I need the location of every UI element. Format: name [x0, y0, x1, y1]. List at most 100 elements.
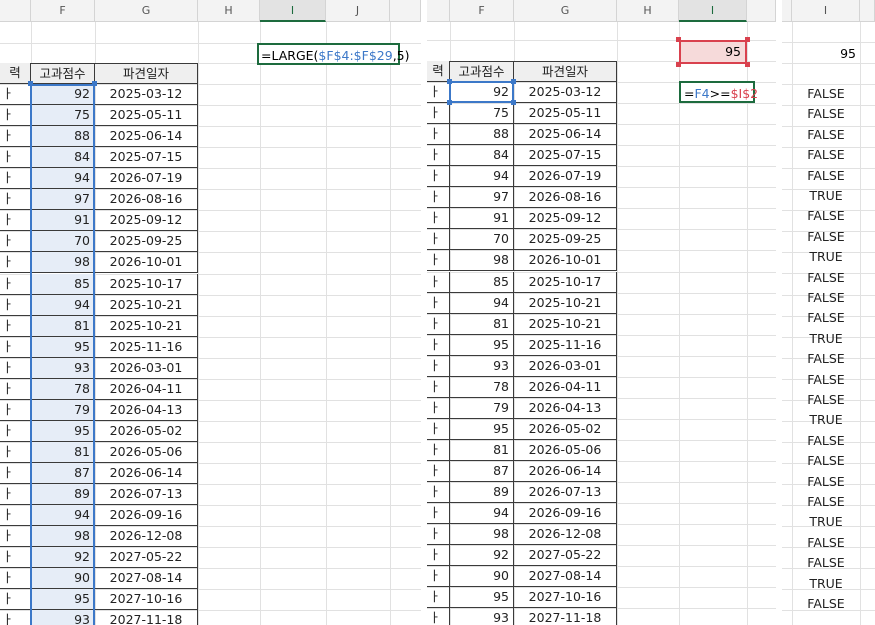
- table-cell-truncated[interactable]: ㅏ: [0, 589, 31, 610]
- table-cell-truncated[interactable]: ㅏ: [427, 208, 450, 229]
- table-cell-truncated[interactable]: ㅏ: [427, 566, 450, 587]
- formula-cell-i2[interactable]: =LARGE($F$4:$F$29,5): [257, 43, 410, 65]
- date-cell[interactable]: 2025-10-21: [514, 293, 617, 314]
- table-cell-truncated[interactable]: ㅏ: [427, 250, 450, 271]
- table-cell-truncated[interactable]: ㅏ: [427, 124, 450, 145]
- date-cell[interactable]: 2025-11-16: [514, 335, 617, 356]
- table-cell-truncated[interactable]: ㅏ: [0, 168, 31, 189]
- column-header-g[interactable]: G: [95, 0, 198, 22]
- result-cell[interactable]: FALSE: [792, 349, 860, 369]
- date-cell[interactable]: 2027-05-22: [514, 545, 617, 566]
- table-cell-truncated[interactable]: ㅏ: [0, 484, 31, 505]
- score-cell[interactable]: 93: [450, 356, 514, 377]
- result-cell[interactable]: FALSE: [792, 370, 860, 390]
- table-cell-truncated[interactable]: ㅏ: [0, 421, 31, 442]
- table-cell-truncated[interactable]: ㅏ: [0, 442, 31, 463]
- date-cell[interactable]: 2026-04-11: [514, 377, 617, 398]
- date-cell[interactable]: 2025-10-21: [95, 316, 198, 337]
- date-cell[interactable]: 2025-10-17: [514, 272, 617, 293]
- date-cell[interactable]: 2026-10-01: [95, 252, 198, 273]
- result-cell[interactable]: FALSE: [792, 227, 860, 247]
- table-cell-truncated[interactable]: ㅏ: [0, 526, 31, 547]
- table-cell-truncated[interactable]: ㅏ: [427, 229, 450, 250]
- score-cell[interactable]: 78: [450, 377, 514, 398]
- result-cell[interactable]: FALSE: [792, 104, 860, 124]
- column-header-h[interactable]: H: [198, 0, 260, 22]
- table-cell-truncated[interactable]: ㅏ: [0, 610, 31, 625]
- column-header-j[interactable]: J: [326, 0, 390, 22]
- result-cell[interactable]: FALSE: [792, 206, 860, 226]
- table-cell-truncated[interactable]: ㅏ: [0, 231, 31, 252]
- date-cell[interactable]: 2027-10-16: [514, 587, 617, 608]
- table-cell-truncated[interactable]: ㅏ: [0, 379, 31, 400]
- date-cell[interactable]: 2025-05-11: [514, 103, 617, 124]
- date-cell[interactable]: 2026-05-02: [95, 421, 198, 442]
- table-cell-truncated[interactable]: ㅏ: [427, 293, 450, 314]
- table-cell-truncated[interactable]: ㅏ: [0, 547, 31, 568]
- table-cell-truncated[interactable]: ㅏ: [427, 103, 450, 124]
- result-cell[interactable]: FALSE: [792, 472, 860, 492]
- date-cell[interactable]: 2026-07-13: [514, 482, 617, 503]
- result-cell[interactable]: FALSE: [792, 553, 860, 573]
- column-header-h[interactable]: H: [617, 0, 679, 22]
- result-cell[interactable]: FALSE: [792, 533, 860, 553]
- table-cell-truncated[interactable]: ㅏ: [0, 295, 31, 316]
- table-cell-truncated[interactable]: ㅏ: [427, 440, 450, 461]
- table-cell-truncated[interactable]: ㅏ: [427, 377, 450, 398]
- date-cell[interactable]: 2026-05-06: [95, 442, 198, 463]
- date-cell[interactable]: 2026-09-16: [514, 503, 617, 524]
- date-cell[interactable]: 2026-03-01: [514, 356, 617, 377]
- table-cell-truncated[interactable]: ㅏ: [0, 505, 31, 526]
- date-cell[interactable]: 2025-06-14: [95, 126, 198, 147]
- table-cell-truncated[interactable]: ㅏ: [0, 126, 31, 147]
- table-cell-truncated[interactable]: ㅏ: [0, 84, 31, 105]
- table-cell-truncated[interactable]: ㅏ: [427, 356, 450, 377]
- result-cell[interactable]: TRUE: [792, 247, 860, 267]
- score-cell[interactable]: 95: [450, 587, 514, 608]
- date-cell[interactable]: 2026-06-14: [514, 461, 617, 482]
- table-cell-truncated[interactable]: ㅏ: [427, 545, 450, 566]
- score-cell[interactable]: 94: [450, 166, 514, 187]
- table-cell-truncated[interactable]: ㅏ: [0, 252, 31, 273]
- table-cell-truncated[interactable]: ㅏ: [0, 316, 31, 337]
- result-cell[interactable]: TRUE: [792, 574, 860, 594]
- table-cell-truncated[interactable]: ㅏ: [0, 463, 31, 484]
- table-cell-truncated[interactable]: ㅏ: [427, 524, 450, 545]
- score-cell[interactable]: 88: [450, 124, 514, 145]
- table-cell-truncated[interactable]: ㅏ: [0, 337, 31, 358]
- score-cell[interactable]: 94: [450, 293, 514, 314]
- score-cell[interactable]: 87: [450, 461, 514, 482]
- date-cell[interactable]: 2025-05-11: [95, 105, 198, 126]
- column-header-i[interactable]: I: [260, 0, 326, 22]
- score-cell[interactable]: 98: [450, 524, 514, 545]
- date-cell[interactable]: 2027-08-14: [95, 568, 198, 589]
- score-cell[interactable]: 95: [450, 419, 514, 440]
- cell-i2-threshold[interactable]: 95: [679, 40, 747, 64]
- score-cell[interactable]: 95: [450, 335, 514, 356]
- table-cell-truncated[interactable]: ㅏ: [427, 461, 450, 482]
- result-cell[interactable]: FALSE: [792, 166, 860, 186]
- column-header-i[interactable]: I: [792, 0, 860, 22]
- result-cell[interactable]: FALSE: [792, 84, 860, 104]
- date-cell[interactable]: 2026-05-02: [514, 419, 617, 440]
- score-cell[interactable]: 70: [450, 229, 514, 250]
- column-header-partial[interactable]: [0, 0, 31, 22]
- score-cell[interactable]: 81: [450, 440, 514, 461]
- table-cell-truncated[interactable]: ㅏ: [427, 503, 450, 524]
- result-cell[interactable]: TRUE: [792, 329, 860, 349]
- table-cell-truncated[interactable]: ㅏ: [427, 482, 450, 503]
- column-header-partial[interactable]: [427, 0, 450, 22]
- date-cell[interactable]: 2027-11-18: [514, 608, 617, 625]
- column-header-partial[interactable]: [782, 0, 792, 22]
- date-cell[interactable]: 2027-10-16: [95, 589, 198, 610]
- result-cell[interactable]: TRUE: [792, 512, 860, 532]
- date-cell[interactable]: 2025-03-12: [95, 84, 198, 105]
- date-cell[interactable]: 2026-10-01: [514, 250, 617, 271]
- date-cell[interactable]: 2026-04-13: [514, 398, 617, 419]
- table-cell-truncated[interactable]: ㅏ: [427, 166, 450, 187]
- result-cell[interactable]: TRUE: [792, 410, 860, 430]
- date-cell[interactable]: 2026-09-16: [95, 505, 198, 526]
- table-cell-truncated[interactable]: ㅏ: [0, 400, 31, 421]
- table-cell-truncated[interactable]: ㅏ: [427, 398, 450, 419]
- table-cell-truncated[interactable]: ㅏ: [0, 568, 31, 589]
